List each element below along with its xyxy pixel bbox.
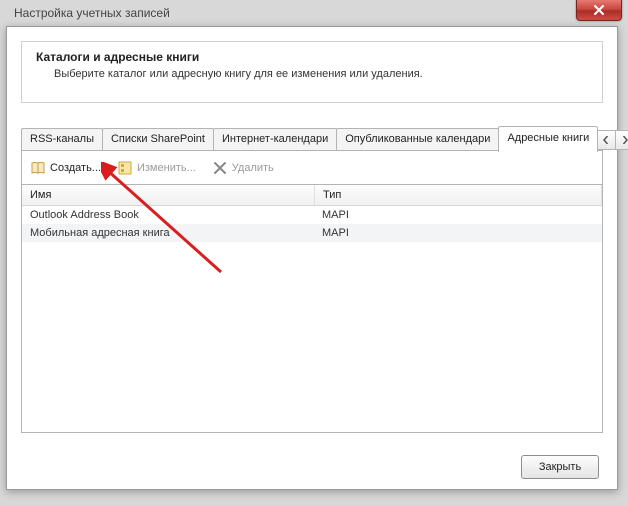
- header-subtext: Выберите каталог или адресную книгу для …: [54, 68, 588, 80]
- address-book-list[interactable]: Имя Тип Outlook Address Book MAPI Мобиль…: [21, 184, 603, 433]
- close-icon: [593, 4, 605, 16]
- edit-label: Изменить...: [137, 162, 196, 174]
- tab-published-calendars[interactable]: Опубликованные календари: [336, 128, 499, 151]
- create-button[interactable]: Создать...: [30, 160, 101, 176]
- col-name[interactable]: Имя: [22, 185, 315, 205]
- close-label: Закрыть: [539, 461, 581, 473]
- tab-rss[interactable]: RSS-каналы: [21, 128, 103, 151]
- tab-label: Списки SharePoint: [111, 133, 205, 145]
- tab-label: Адресные книги: [507, 132, 589, 144]
- list-header: Имя Тип: [22, 185, 602, 206]
- header-panel: Каталоги и адресные книги Выберите катал…: [21, 41, 603, 103]
- tab-scroll-right[interactable]: [615, 130, 628, 150]
- tab-label: RSS-каналы: [30, 133, 94, 145]
- col-type[interactable]: Тип: [315, 185, 602, 205]
- delete-x-icon: [212, 160, 228, 176]
- chevron-right-icon: [621, 136, 628, 144]
- tab-address-books[interactable]: Адресные книги: [498, 126, 598, 152]
- window-title: Настройка учетных записей: [6, 0, 178, 24]
- dialog: Настройка учетных записей Каталоги и адр…: [6, 26, 618, 490]
- tab-label: Интернет-календари: [222, 133, 328, 145]
- cell-name: Мобильная адресная книга: [22, 224, 314, 242]
- tab-internet-calendars[interactable]: Интернет-календари: [213, 128, 337, 151]
- edit-button[interactable]: Изменить...: [117, 160, 196, 176]
- cell-type: MAPI: [314, 206, 602, 224]
- chevron-left-icon: [602, 136, 610, 144]
- delete-label: Удалить: [232, 162, 274, 174]
- close-button[interactable]: Закрыть: [521, 455, 599, 479]
- cell-type: MAPI: [314, 224, 602, 242]
- list-row[interactable]: Мобильная адресная книга MAPI: [22, 224, 602, 242]
- tab-scroll-left[interactable]: [596, 130, 616, 150]
- tab-strip: RSS-каналы Списки SharePoint Интернет-ка…: [21, 127, 603, 151]
- properties-icon: [117, 160, 133, 176]
- toolbar: Создать... Изменить... Удалить: [21, 151, 603, 184]
- cell-name: Outlook Address Book: [22, 206, 314, 224]
- book-open-icon: [30, 160, 46, 176]
- window-close-button[interactable]: [576, 0, 622, 21]
- dialog-footer: Закрыть: [7, 445, 617, 489]
- header-heading: Каталоги и адресные книги: [36, 50, 588, 64]
- create-label: Создать...: [50, 162, 101, 174]
- tab-sharepoint[interactable]: Списки SharePoint: [102, 128, 214, 151]
- list-row[interactable]: Outlook Address Book MAPI: [22, 206, 602, 224]
- delete-button[interactable]: Удалить: [212, 160, 274, 176]
- tab-scroll-nav: [597, 130, 628, 150]
- tab-label: Опубликованные календари: [345, 133, 490, 145]
